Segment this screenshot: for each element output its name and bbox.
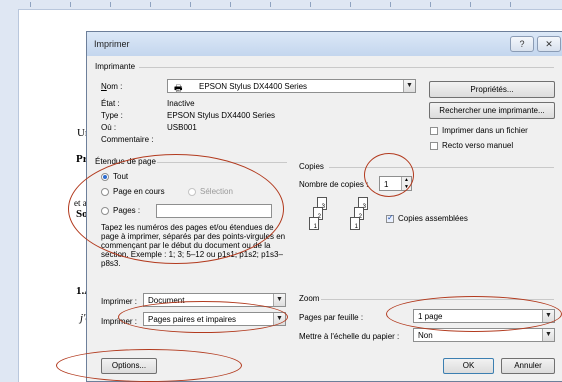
print-pages-value: Pages paires et impaires bbox=[148, 315, 237, 324]
copies-count-value: 1 bbox=[384, 180, 389, 189]
close-icon[interactable]: ✕ bbox=[537, 36, 561, 52]
print-what-value: Document bbox=[148, 296, 185, 305]
printer-name-value: EPSON Stylus DX4400 Series bbox=[199, 82, 308, 91]
dialog-title: Imprimer bbox=[94, 39, 130, 49]
pages-radio[interactable] bbox=[101, 207, 109, 215]
printer-comment-label: Commentaire : bbox=[101, 135, 154, 144]
scale-select[interactable]: Non ▼ bbox=[413, 328, 555, 342]
options-button[interactable]: Options... bbox=[101, 358, 157, 374]
pages-per-sheet-value: 1 page bbox=[418, 312, 443, 321]
scale-label: Mettre à l'échelle du papier : bbox=[299, 332, 400, 341]
ruler-tick bbox=[30, 2, 31, 7]
help-icon[interactable]: ? bbox=[510, 36, 534, 52]
group-divider bbox=[321, 299, 554, 300]
ruler-tick bbox=[70, 2, 71, 7]
ruler-tick bbox=[350, 2, 351, 7]
cancel-button[interactable]: Annuler bbox=[501, 358, 555, 374]
selection-radio bbox=[188, 188, 196, 196]
all-pages-label: Tout bbox=[113, 172, 129, 181]
document-text: et a bbox=[74, 198, 87, 208]
current-page-radio[interactable] bbox=[101, 188, 109, 196]
selection-label: Sélection bbox=[200, 187, 233, 196]
printer-name-select[interactable]: 🖶 EPSON Stylus DX4400 Series ▼ bbox=[167, 79, 416, 93]
pages-per-sheet-label: Pages par feuille : bbox=[299, 313, 364, 322]
printer-group-label: Imprimante bbox=[95, 62, 136, 71]
document-margin bbox=[0, 9, 19, 382]
ruler-tick bbox=[230, 2, 231, 7]
print-what-select[interactable]: Document ▼ bbox=[143, 293, 286, 307]
collate-page-icon: 1 bbox=[350, 217, 360, 230]
ruler-tick bbox=[470, 2, 471, 7]
print-pages-label: Imprimer : bbox=[101, 317, 137, 326]
print-to-file-label: Imprimer dans un fichier bbox=[442, 126, 528, 135]
group-divider bbox=[139, 67, 554, 68]
ruler-tick bbox=[390, 2, 391, 7]
manual-duplex-label: Recto verso manuel bbox=[442, 141, 514, 150]
printer-name-label: Nom : bbox=[101, 82, 123, 91]
chevron-down-icon[interactable]: ▼ bbox=[542, 310, 554, 322]
find-printer-button[interactable]: Rechercher une imprimante... bbox=[429, 102, 555, 119]
ruler-tick bbox=[270, 2, 271, 7]
copies-count-label: Nombre de copies : bbox=[299, 180, 369, 189]
page-range-help-text: Tapez les numéros des pages et/ou étendu… bbox=[101, 223, 286, 268]
ruler-tick bbox=[510, 2, 511, 7]
chevron-down-icon[interactable]: ▼ bbox=[542, 329, 554, 341]
print-what-label: Imprimer : bbox=[101, 297, 137, 306]
collate-checkbox[interactable] bbox=[386, 213, 394, 223]
ruler-tick bbox=[190, 2, 191, 7]
copies-spinner[interactable]: 1 ▲ ▼ bbox=[379, 176, 412, 191]
print-to-file-checkbox[interactable] bbox=[430, 127, 438, 135]
pages-input[interactable] bbox=[156, 204, 272, 218]
ruler-tick bbox=[110, 2, 111, 7]
ruler-tick bbox=[310, 2, 311, 7]
ruler-tick bbox=[150, 2, 151, 7]
print-pages-select[interactable]: Pages paires et impaires ▼ bbox=[143, 312, 286, 326]
printer-state-value: Inactive bbox=[167, 99, 195, 108]
horizontal-ruler bbox=[0, 0, 562, 10]
chevron-down-icon[interactable]: ▼ bbox=[403, 80, 415, 92]
scale-value: Non bbox=[418, 331, 433, 340]
zoom-group-label: Zoom bbox=[299, 294, 320, 303]
pages-label: Pages : bbox=[113, 206, 141, 215]
all-pages-radio[interactable] bbox=[101, 173, 109, 181]
spin-down-icon[interactable]: ▼ bbox=[401, 184, 411, 190]
printer-where-value: USB001 bbox=[167, 123, 197, 132]
printer-state-label: État : bbox=[101, 99, 120, 108]
chevron-down-icon[interactable]: ▼ bbox=[273, 313, 285, 325]
ruler-tick bbox=[430, 2, 431, 7]
copies-group-label: Copies bbox=[299, 162, 324, 171]
collate-label: Copies assemblées bbox=[398, 214, 468, 223]
collate-page-icon: 1 bbox=[309, 217, 319, 230]
group-divider bbox=[329, 167, 554, 168]
properties-button[interactable]: Propriétés... bbox=[429, 81, 555, 98]
current-page-label: Page en cours bbox=[113, 187, 165, 196]
printer-type-value: EPSON Stylus DX4400 Series bbox=[167, 111, 276, 120]
page-range-group-label: Étendue de page bbox=[95, 157, 156, 166]
printer-icon: 🖶 bbox=[174, 83, 183, 93]
printer-where-label: Où : bbox=[101, 123, 117, 132]
pages-per-sheet-select[interactable]: 1 page ▼ bbox=[413, 309, 555, 323]
ok-button[interactable]: OK bbox=[443, 358, 494, 374]
dialog-titlebar[interactable]: Imprimer ? ✕ bbox=[87, 32, 562, 56]
manual-duplex-checkbox[interactable] bbox=[430, 142, 438, 150]
group-divider bbox=[157, 162, 287, 163]
printer-type-label: Type : bbox=[101, 111, 123, 120]
chevron-down-icon[interactable]: ▼ bbox=[273, 294, 285, 306]
print-dialog: Imprimer ? ✕ Imprimante Nom : 🖶 EPSON St… bbox=[86, 31, 562, 382]
